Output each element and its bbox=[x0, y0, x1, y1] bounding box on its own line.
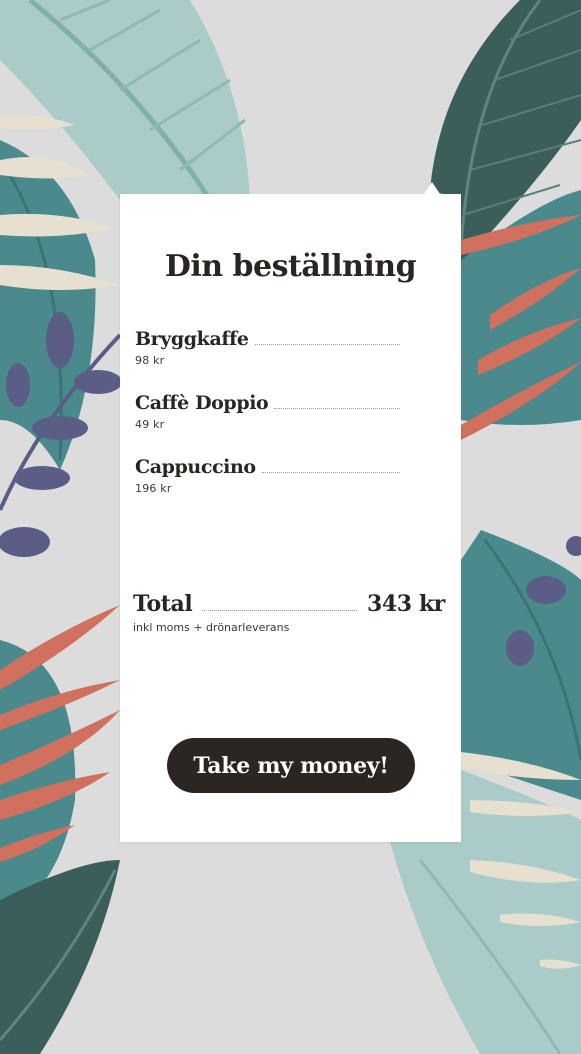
item-name: Caffè Doppio bbox=[135, 392, 269, 414]
item-price: 49 kr bbox=[135, 418, 165, 431]
leaf-cream-3 bbox=[0, 213, 115, 237]
item-price: 196 kr bbox=[135, 482, 172, 495]
pay-button[interactable]: Take my money! bbox=[167, 738, 415, 793]
leader-dots bbox=[254, 343, 400, 345]
card-pointer bbox=[424, 182, 440, 194]
leaf-purple-3 bbox=[6, 363, 30, 407]
total-note: inkl moms + drönarleverans bbox=[133, 621, 290, 634]
leader-dots bbox=[202, 609, 357, 611]
leaf-purple-7 bbox=[526, 576, 566, 604]
total-amount: 343 kr bbox=[366, 591, 445, 617]
order-item: Bryggkaffe 98 kr bbox=[135, 328, 400, 367]
leaf-purple-9 bbox=[506, 630, 534, 666]
total-label: Total bbox=[133, 591, 193, 617]
item-name: Cappuccino bbox=[135, 456, 256, 478]
leaf-purple-4 bbox=[32, 416, 88, 440]
order-title: Din beställning bbox=[164, 249, 417, 284]
order-item: Caffè Doppio 49 kr bbox=[135, 392, 400, 431]
item-name: Bryggkaffe bbox=[135, 328, 249, 350]
leaf-purple-1 bbox=[46, 312, 74, 368]
leaf-purple-5 bbox=[14, 466, 70, 490]
order-card: Din beställning Bryggkaffe 98 kr Caffè D… bbox=[120, 194, 461, 842]
leaf-purple-2 bbox=[74, 370, 122, 394]
order-item: Cappuccino 196 kr bbox=[135, 456, 400, 495]
leader-dots bbox=[274, 407, 400, 409]
leaf-purple-8 bbox=[566, 536, 581, 556]
item-price: 98 kr bbox=[135, 354, 165, 367]
leader-dots bbox=[261, 471, 400, 473]
leaf-cream-2 bbox=[0, 157, 90, 179]
order-total: Total 343 kr inkl moms + drönarleverans bbox=[133, 591, 445, 634]
leaf-purple-6 bbox=[0, 527, 50, 557]
